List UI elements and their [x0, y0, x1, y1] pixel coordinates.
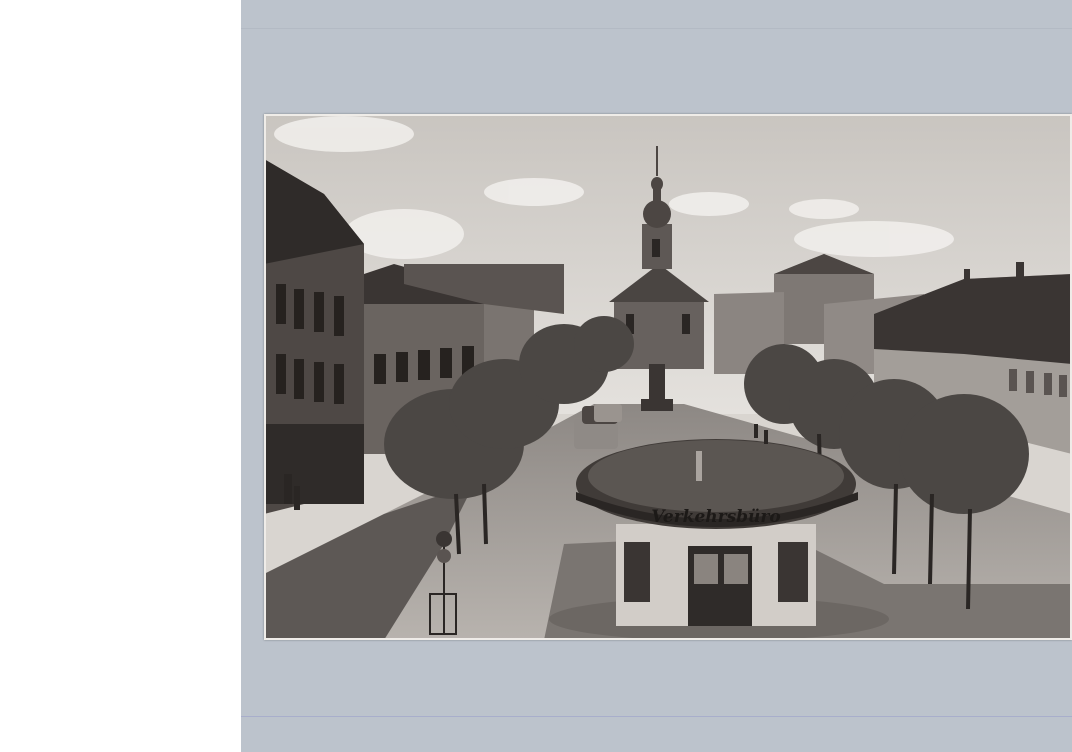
postcard-photo: Verkehrsbüro — [264, 114, 1072, 640]
scanner-edge-line-top — [241, 28, 1072, 29]
street-scene: Verkehrsbüro — [264, 114, 1072, 640]
scanner-edge-line-bottom — [241, 716, 1072, 717]
scan-canvas: Verkehrsbüro — [0, 0, 1072, 752]
kiosk-sign: Verkehrsbüro — [651, 507, 780, 527]
